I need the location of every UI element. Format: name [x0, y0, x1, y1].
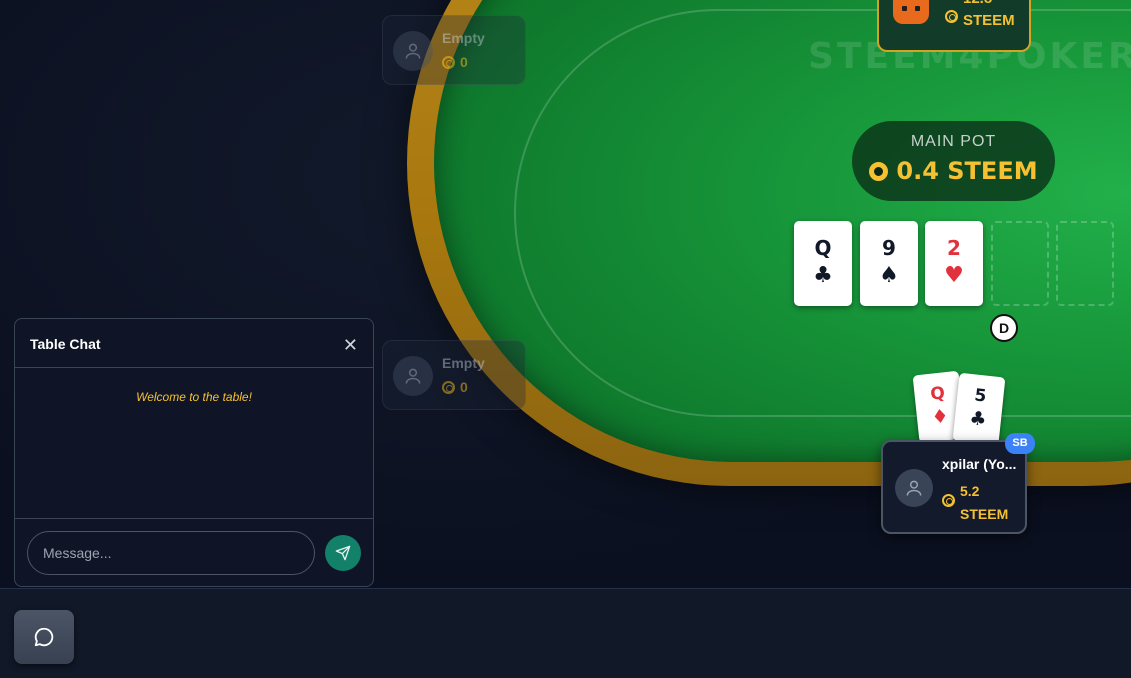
stack-amount: 12.8 — [963, 0, 1015, 10]
small-blind-badge: SB — [1005, 433, 1035, 454]
seat-top-player[interactable]: 12.8 STEEM — [877, 0, 1031, 52]
chat-messages: Welcome to the table! — [15, 368, 373, 519]
card-rank: 2 — [947, 236, 961, 260]
seat-empty-1[interactable]: Empty 0 — [382, 15, 526, 85]
chat-message-input[interactable] — [27, 531, 315, 575]
chip-icon — [869, 161, 889, 181]
seat-hero[interactable]: xpilar (Yo... 5.2 STEEM — [881, 440, 1027, 534]
card-rank: Q — [929, 383, 946, 405]
avatar-eye-right — [915, 6, 920, 11]
game-stage: STEEM4POKER 12.8 STEEM Empty 0 Empty — [0, 0, 1131, 588]
card-suit: ♥ — [944, 263, 964, 288]
seat-stack: 0 — [442, 379, 468, 395]
community-card-3: 2 ♥ — [925, 221, 983, 306]
card-slot-turn — [991, 221, 1049, 306]
card-suit: ♣ — [813, 263, 833, 288]
main-pot: MAIN POT 0.4 STEEM — [852, 121, 1055, 201]
stack-amount: 0 — [460, 379, 468, 395]
user-icon — [895, 469, 933, 507]
stack-currency: STEEM — [960, 506, 1009, 522]
player-stack: 12.8 STEEM — [945, 0, 1015, 32]
pumpkin-bot-avatar — [893, 0, 929, 24]
coin-icon — [442, 380, 455, 394]
hole-card-2: 5 ♣ — [952, 372, 1006, 446]
table-chat-panel: Table Chat ✕ Welcome to the table! — [14, 318, 374, 587]
stack-currency: STEEM — [963, 12, 1015, 29]
seat-name: Empty — [442, 30, 485, 46]
community-card-2: 9 ♠ — [860, 221, 918, 306]
card-suit: ♠ — [879, 263, 899, 288]
coin-icon — [942, 494, 955, 507]
chat-header: Table Chat ✕ — [15, 319, 373, 368]
coin-icon — [945, 10, 958, 23]
send-icon — [335, 545, 351, 561]
seat-name: Empty — [442, 355, 485, 371]
player-stack: 5.2 STEEM — [942, 480, 1008, 526]
stack-amount: 5.2 — [960, 483, 980, 499]
card-rank: Q — [814, 236, 832, 260]
chat-title: Table Chat — [30, 336, 101, 352]
card-slot-river — [1056, 221, 1114, 306]
dealer-button: D — [990, 314, 1018, 342]
pot-label: MAIN POT — [910, 133, 997, 150]
pot-amount: 0.4 STEEM — [896, 157, 1038, 185]
seat-empty-2[interactable]: Empty 0 — [382, 340, 526, 410]
chat-welcome-message: Welcome to the table! — [136, 390, 252, 404]
card-suit: ♣ — [968, 407, 988, 431]
player-name: xpilar (Yo... — [942, 456, 1017, 472]
card-rank: 5 — [973, 385, 988, 407]
chat-bubble-icon — [34, 627, 54, 647]
stack-amount: 0 — [460, 54, 468, 70]
close-icon[interactable]: ✕ — [343, 336, 358, 354]
avatar-eye-left — [902, 6, 907, 11]
seat-stack: 0 — [442, 54, 468, 70]
bottom-bar — [0, 588, 1131, 678]
chat-toggle-button[interactable] — [14, 610, 74, 664]
send-button[interactable] — [325, 535, 361, 571]
user-icon — [393, 356, 433, 396]
coin-icon — [442, 55, 455, 69]
community-card-1: Q ♣ — [794, 221, 852, 306]
card-rank: 9 — [882, 236, 896, 260]
user-icon — [393, 31, 433, 71]
